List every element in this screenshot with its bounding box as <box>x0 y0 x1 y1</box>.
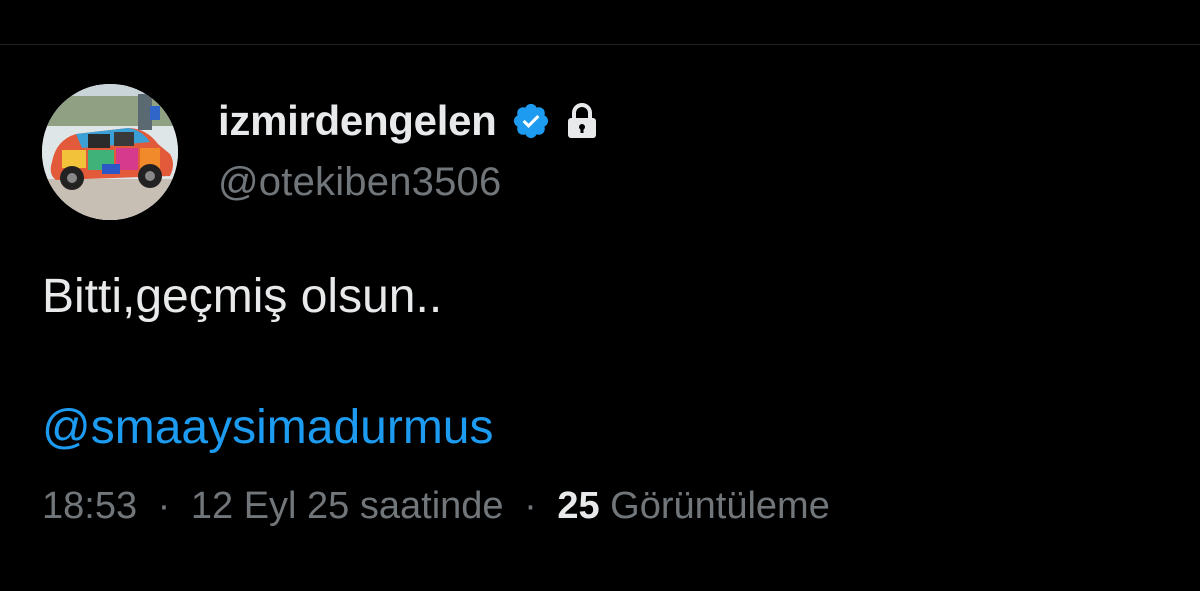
tweet-header: izmirdengelen @otekiben3506 <box>42 84 1162 220</box>
avatar[interactable] <box>42 84 178 220</box>
meta-separator: · <box>524 484 537 527</box>
meta-separator: · <box>157 484 171 527</box>
display-name[interactable]: izmirdengelen <box>218 97 497 145</box>
tweet-meta: 18:53 · 12 Eyl 25 saatinde · 25 Görüntül… <box>42 485 1162 528</box>
mention-link[interactable]: @smaaysimadurmus <box>42 400 1162 455</box>
top-divider <box>0 44 1200 45</box>
author-names: izmirdengelen @otekiben3506 <box>218 96 599 205</box>
display-name-row: izmirdengelen <box>218 96 599 146</box>
verified-badge-icon <box>511 101 551 141</box>
tweet-date[interactable]: 12 Eyl 25 saatinde <box>191 485 504 527</box>
views-label[interactable]: Görüntüleme <box>610 485 830 527</box>
tweet-time[interactable]: 18:53 <box>42 485 137 527</box>
lock-icon <box>565 103 599 139</box>
views-count[interactable]: 25 <box>557 485 599 527</box>
tweet-text: Bitti,geçmiş olsun.. <box>42 270 443 323</box>
tweet: izmirdengelen @otekiben3506 Bitti,geçmiş… <box>42 84 1162 528</box>
handle[interactable]: @otekiben3506 <box>218 160 599 205</box>
